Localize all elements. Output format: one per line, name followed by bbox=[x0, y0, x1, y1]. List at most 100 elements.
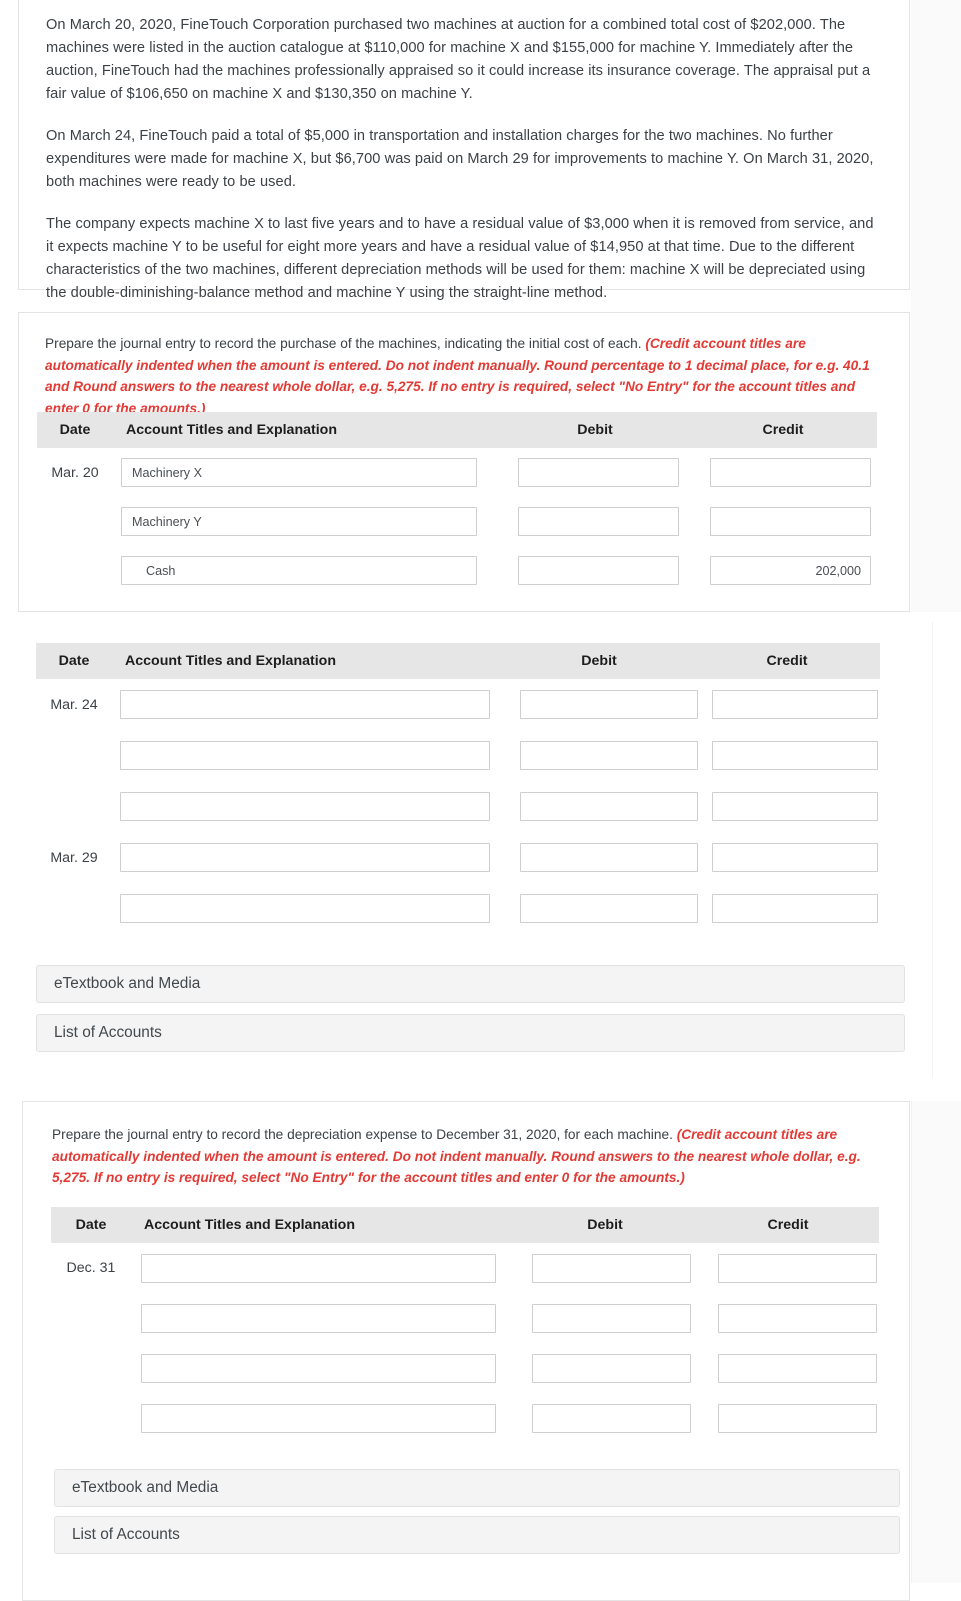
account-title-input[interactable] bbox=[141, 1353, 496, 1383]
journal-table-installation-head: Date Account Titles and Explanation Debi… bbox=[36, 643, 880, 679]
account-title-input[interactable] bbox=[141, 1303, 496, 1333]
row-debit-cell bbox=[501, 546, 689, 595]
row-date bbox=[36, 883, 112, 934]
debit-amount-input[interactable] bbox=[532, 1253, 691, 1283]
column-header-date: Date bbox=[37, 412, 113, 448]
journal-table-depreciation-body: Dec. 31 bbox=[51, 1243, 879, 1443]
debit-amount-input[interactable] bbox=[532, 1353, 691, 1383]
row-credit-cell bbox=[697, 1293, 879, 1343]
credit-amount-input[interactable] bbox=[712, 792, 878, 821]
row-credit-cell bbox=[689, 497, 877, 546]
table-row: Cash 202,000 bbox=[37, 546, 877, 595]
column-header-debit: Debit bbox=[501, 412, 689, 448]
table-row: Machinery Y bbox=[37, 497, 877, 546]
problem-paragraph-1: On March 20, 2020, FineTouch Corporation… bbox=[46, 17, 871, 102]
account-title-input[interactable] bbox=[120, 894, 490, 923]
table-header-row: Date Account Titles and Explanation Debi… bbox=[37, 412, 877, 448]
row-account-cell: Machinery Y bbox=[113, 497, 501, 546]
credit-amount-input[interactable] bbox=[712, 741, 878, 770]
debit-amount-input[interactable] bbox=[520, 690, 698, 719]
right-gutter-top bbox=[911, 0, 961, 612]
row-date bbox=[37, 497, 113, 546]
credit-amount-input[interactable] bbox=[712, 894, 878, 923]
list-of-accounts-label-1: List of Accounts bbox=[54, 1024, 162, 1041]
row-account-cell bbox=[112, 730, 504, 781]
journal-table-depreciation: Date Account Titles and Explanation Debi… bbox=[51, 1207, 879, 1443]
table-row: Mar. 20 Machinery X bbox=[37, 448, 877, 497]
journal-table-installation: Date Account Titles and Explanation Debi… bbox=[36, 643, 880, 934]
table-header-row: Date Account Titles and Explanation Debi… bbox=[36, 643, 880, 679]
journal-table-installation-body: Mar. 24 Mar. 29 bbox=[36, 679, 880, 934]
credit-amount-input[interactable] bbox=[718, 1303, 877, 1333]
row-account-cell bbox=[112, 679, 504, 730]
right-gutter-bottom bbox=[911, 1101, 961, 1583]
credit-amount-input[interactable] bbox=[710, 458, 871, 487]
table-row bbox=[51, 1293, 879, 1343]
debit-amount-input[interactable] bbox=[520, 792, 698, 821]
row-credit-cell bbox=[694, 883, 880, 934]
row-debit-cell bbox=[504, 781, 698, 832]
debit-amount-input[interactable] bbox=[520, 741, 698, 770]
credit-amount-input[interactable]: 202,000 bbox=[710, 556, 871, 585]
account-title-input[interactable] bbox=[141, 1253, 496, 1283]
list-of-accounts-button-2[interactable]: List of Accounts bbox=[54, 1516, 900, 1554]
row-account-cell bbox=[131, 1393, 513, 1443]
row-debit-cell bbox=[504, 883, 698, 934]
debit-amount-input[interactable] bbox=[518, 556, 679, 585]
row-credit-cell bbox=[694, 730, 880, 781]
row-debit-cell bbox=[504, 679, 698, 730]
row-debit-cell bbox=[501, 448, 689, 497]
credit-amount-input[interactable] bbox=[710, 507, 871, 536]
credit-amount-input[interactable] bbox=[718, 1253, 877, 1283]
debit-amount-input[interactable] bbox=[518, 507, 679, 536]
account-title-input[interactable] bbox=[120, 792, 490, 821]
account-title-input[interactable] bbox=[141, 1403, 496, 1433]
table-row bbox=[36, 730, 880, 781]
etextbook-and-media-button-2[interactable]: eTextbook and Media bbox=[54, 1469, 900, 1507]
account-title-input[interactable] bbox=[120, 843, 490, 872]
etextbook-and-media-button-1[interactable]: eTextbook and Media bbox=[36, 965, 905, 1003]
account-title-input[interactable]: Cash bbox=[121, 556, 477, 585]
account-title-input[interactable]: Machinery Y bbox=[121, 507, 477, 536]
etextbook-and-media-label-1: eTextbook and Media bbox=[54, 975, 201, 992]
account-title-input[interactable]: Machinery X bbox=[121, 458, 477, 487]
debit-amount-input[interactable] bbox=[532, 1303, 691, 1333]
question-2-card-right-edge bbox=[911, 1101, 912, 1583]
row-debit-cell bbox=[513, 1393, 697, 1443]
column-header-credit: Credit bbox=[694, 643, 880, 679]
row-date: Mar. 20 bbox=[51, 464, 99, 481]
debit-amount-input[interactable] bbox=[532, 1403, 691, 1433]
row-credit-cell bbox=[694, 679, 880, 730]
column-header-account: Account Titles and Explanation bbox=[131, 1207, 513, 1243]
row-credit-cell bbox=[697, 1343, 879, 1393]
question-1-instruction-wrap: Prepare the journal entry to record the … bbox=[19, 313, 909, 419]
problem-statement-card: On March 20, 2020, FineTouch Corporation… bbox=[18, 0, 910, 301]
row-credit-cell bbox=[694, 781, 880, 832]
list-of-accounts-button-1[interactable]: List of Accounts bbox=[36, 1014, 905, 1052]
scroll-rail-middle[interactable] bbox=[932, 622, 933, 1077]
row-debit-cell bbox=[513, 1243, 697, 1293]
row-date bbox=[51, 1393, 131, 1443]
row-account-cell bbox=[131, 1293, 513, 1343]
question-2-instruction: Prepare the journal entry to record the … bbox=[52, 1124, 879, 1189]
credit-amount-input[interactable] bbox=[712, 690, 878, 719]
column-header-date: Date bbox=[36, 643, 112, 679]
journal-table-purchase-body: Mar. 20 Machinery X Machinery Y Cash 202… bbox=[37, 448, 877, 595]
row-date: Dec. 31 bbox=[66, 1260, 116, 1276]
row-credit-cell bbox=[697, 1243, 879, 1293]
account-title-input[interactable] bbox=[120, 741, 490, 770]
column-header-date: Date bbox=[51, 1207, 131, 1243]
row-account-cell: Machinery X bbox=[113, 448, 501, 497]
credit-amount-input[interactable] bbox=[718, 1403, 877, 1433]
table-row: Mar. 24 bbox=[36, 679, 880, 730]
table-row bbox=[51, 1393, 879, 1443]
account-title-input[interactable] bbox=[120, 690, 490, 719]
journal-table-purchase: Date Account Titles and Explanation Debi… bbox=[37, 412, 877, 595]
table-header-row: Date Account Titles and Explanation Debi… bbox=[51, 1207, 879, 1243]
debit-amount-input[interactable] bbox=[518, 458, 679, 487]
debit-amount-input[interactable] bbox=[520, 843, 698, 872]
credit-amount-input[interactable] bbox=[718, 1353, 877, 1383]
credit-amount-input[interactable] bbox=[712, 843, 878, 872]
debit-amount-input[interactable] bbox=[520, 894, 698, 923]
row-date bbox=[51, 1343, 131, 1393]
